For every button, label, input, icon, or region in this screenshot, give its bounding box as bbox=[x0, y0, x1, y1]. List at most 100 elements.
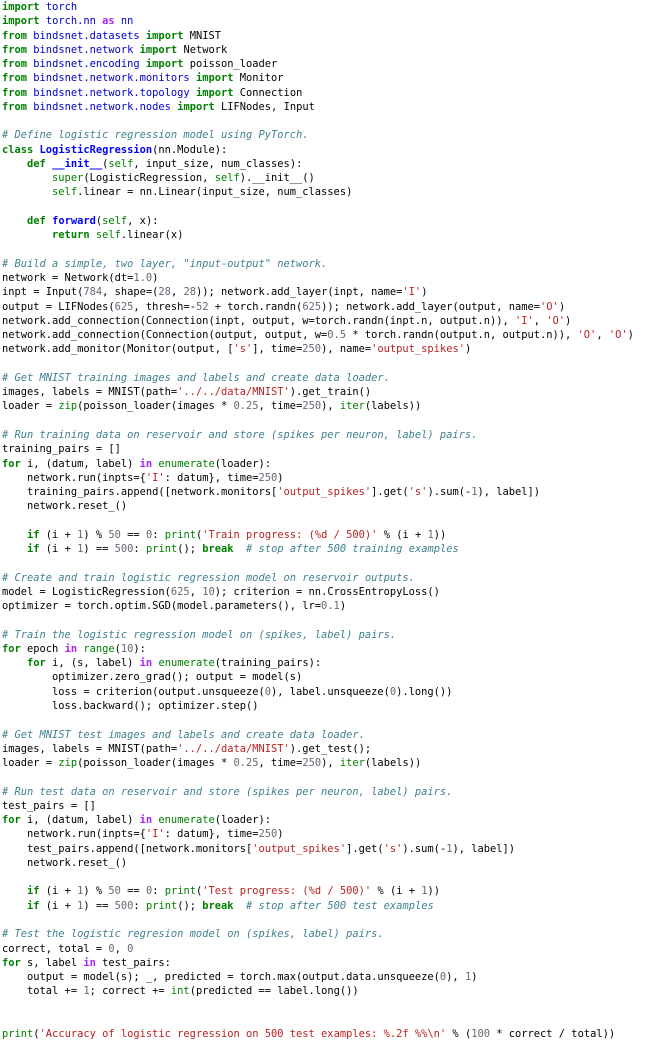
code-token-kw: from bbox=[2, 58, 28, 71]
code-token-pl: loss.backward(); optimizer.step() bbox=[2, 700, 259, 713]
code-line: from bindsnet.network.nodes import LIFNo… bbox=[2, 100, 648, 114]
code-token-com: # Get MNIST training images and labels a… bbox=[2, 371, 390, 384]
code-token-pl: i, (datum, label) bbox=[20, 457, 140, 470]
code-token-pl: optimizer.zero_grad(); output = model(s) bbox=[2, 671, 303, 684]
code-token-pl: network.reset_() bbox=[2, 856, 128, 869]
code-token-pl: ].get( bbox=[371, 486, 409, 499]
code-line: network.add_connection(Connection(output… bbox=[2, 328, 648, 342]
code-token-pl: ) bbox=[471, 971, 478, 984]
code-token-pl: ) bbox=[152, 272, 159, 285]
code-token-pl: )); network.add_layer(inpt, name= bbox=[195, 286, 403, 299]
code-token-bif: print bbox=[2, 1028, 34, 1041]
code-token-pl: == bbox=[120, 885, 146, 898]
code-token-pl: : datum}, time= bbox=[164, 828, 259, 841]
code-line: from bindsnet.datasets import MNIST bbox=[2, 29, 648, 43]
code-token-bif: iter bbox=[339, 400, 365, 413]
code-token-pl: , input_size, num_classes): bbox=[133, 157, 303, 170]
code-line: if (i + 1) % 50 == 0: print('Test progre… bbox=[2, 884, 648, 898]
code-token-pl: ).long()) bbox=[396, 685, 453, 698]
code-token-pl: ) bbox=[565, 314, 572, 327]
code-line: loss.backward(); optimizer.step() bbox=[2, 699, 648, 713]
code-line: from bindsnet.network import Network bbox=[2, 43, 648, 57]
code-token-pl: ) bbox=[277, 471, 284, 484]
code-token-nam: bindsnet.network.monitors bbox=[33, 72, 190, 85]
code-token-pl: network.add_monitor(Monitor(output, [ bbox=[2, 343, 234, 356]
code-token-pl: training_pairs = [] bbox=[2, 443, 121, 456]
code-token-slf: self bbox=[52, 186, 78, 199]
code-token-pl: % (i + bbox=[371, 885, 422, 898]
code-token-str: 's' bbox=[383, 842, 403, 855]
code-token-num: 0.5 bbox=[327, 329, 347, 342]
code-token-bif: zip bbox=[58, 757, 78, 770]
code-token-pl: loader = bbox=[2, 757, 59, 770]
code-token-kw: from bbox=[2, 29, 28, 42]
code-token-pl: correct, total = bbox=[2, 942, 109, 955]
code-token-pl: (poisson_loader(images * bbox=[77, 757, 234, 770]
code-token-pl: , bbox=[533, 314, 547, 327]
code-token-pl: i, (datum, label) bbox=[20, 814, 140, 827]
code-token-pl: (i + bbox=[39, 543, 78, 556]
code-token-nam: torch bbox=[45, 1, 78, 13]
code-token-com: # Get MNIST test images and labels and c… bbox=[2, 728, 365, 741]
code-token-str: 'O' bbox=[540, 300, 559, 313]
code-token-pl: ], time= bbox=[252, 343, 303, 356]
code-token-pl: : datum}, time= bbox=[164, 471, 259, 484]
code-line: network = Network(dt=1.0) bbox=[2, 271, 648, 285]
code-token-kw: import bbox=[195, 86, 234, 99]
code-line: # Run training data on reservoir and sto… bbox=[2, 428, 648, 442]
code-token-pl: inpt = Input( bbox=[2, 286, 84, 299]
code-token-slf: self bbox=[214, 172, 240, 185]
code-token-bif: print bbox=[145, 899, 178, 912]
code-token-bif: int bbox=[170, 985, 190, 998]
code-token-pl: ), label]) bbox=[452, 842, 516, 855]
code-line: import torch.nn as nn bbox=[2, 14, 648, 28]
code-token-pl: (labels)) bbox=[364, 400, 422, 413]
code-token-pl: ).get_train() bbox=[289, 386, 372, 399]
code-token-pl: total += bbox=[2, 985, 84, 998]
code-token-pl: ), label.unsqueeze( bbox=[271, 685, 390, 698]
code-token-str: '../../data/MNIST' bbox=[177, 386, 290, 399]
code-token-str: 'I' bbox=[145, 471, 165, 484]
code-token-num: 500 bbox=[114, 899, 134, 912]
code-token-pl: : bbox=[133, 543, 146, 556]
code-token-pl: output = LIFNodes( bbox=[2, 300, 115, 313]
code-token-nam: bindsnet.network.topology bbox=[33, 86, 190, 99]
code-token-pl: ) bbox=[558, 300, 566, 313]
code-line: test_pairs = [] bbox=[2, 799, 648, 813]
code-token-pl: ) bbox=[277, 828, 284, 841]
code-token-pl: .linear(x) bbox=[120, 229, 184, 242]
code-line: # Get MNIST training images and labels a… bbox=[2, 371, 648, 385]
code-line: import torch bbox=[2, 0, 648, 14]
code-token-str: 'O' bbox=[577, 329, 597, 342]
code-token-pl: Monitor bbox=[233, 72, 284, 85]
code-token-pl: network.reset_() bbox=[2, 500, 128, 513]
code-token-str: 'I' bbox=[514, 314, 534, 327]
code-token-str: 's' bbox=[408, 486, 428, 499]
code-token-cls: LogisticRegression bbox=[39, 143, 153, 156]
code-token-pl: (poisson_loader(images * bbox=[77, 400, 234, 413]
code-line: def forward(self, x): bbox=[2, 214, 648, 228]
code-token-kw: from bbox=[2, 43, 28, 56]
code-token-pl: ) % bbox=[83, 885, 109, 898]
code-token-pl: network.add_connection(Connection(output… bbox=[2, 329, 328, 342]
code-line: loader = zip(poisson_loader(images * 0.2… bbox=[2, 756, 648, 770]
code-token-kw: import bbox=[2, 15, 40, 28]
code-token-kwop: in bbox=[139, 814, 153, 827]
code-token-pl: (nn.Module): bbox=[152, 143, 228, 156]
code-token-pl: * correct / total)) bbox=[489, 1028, 616, 1041]
code-line: # Create and train logistic regression m… bbox=[2, 571, 648, 585]
code-token-kw: import bbox=[145, 29, 184, 42]
code-token-pl: (); bbox=[177, 543, 203, 556]
code-line: loss = criterion(output.unsqueeze(0), la… bbox=[2, 685, 648, 699]
code-token-pl: images, labels = MNIST(path= bbox=[2, 386, 178, 399]
code-token-kw: break bbox=[202, 543, 234, 556]
code-token-num: 0.25 bbox=[233, 400, 259, 413]
